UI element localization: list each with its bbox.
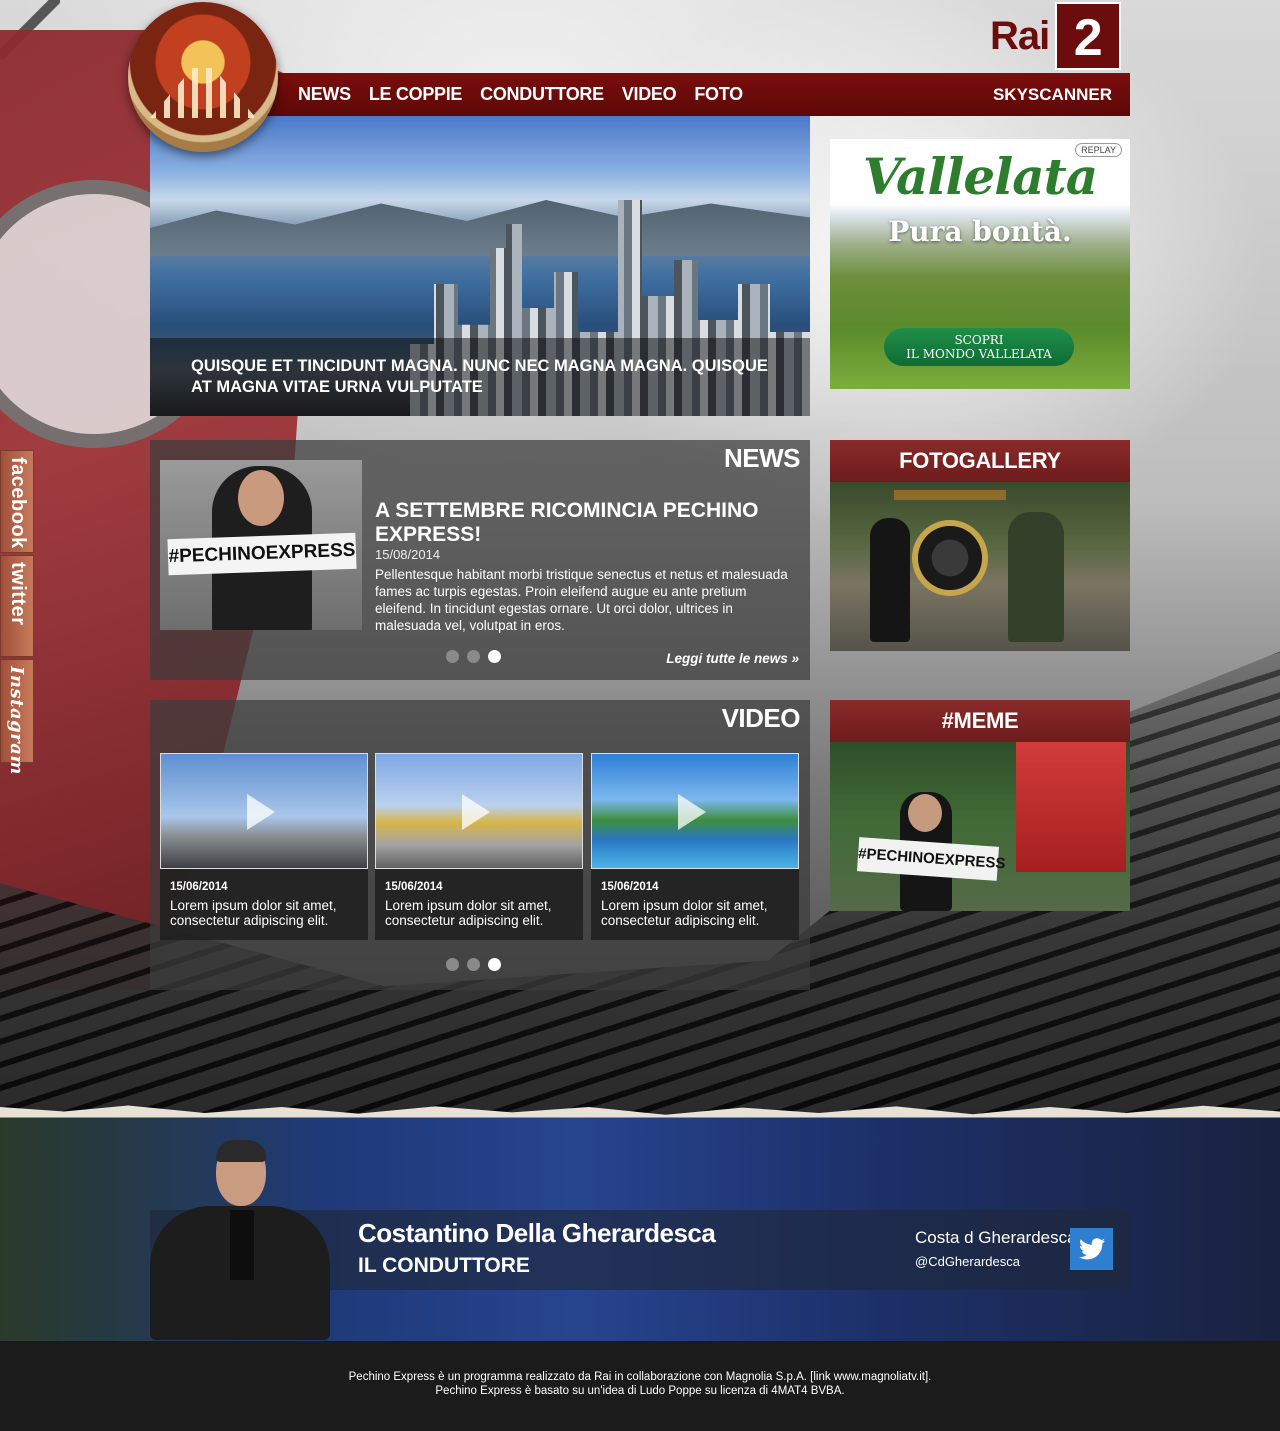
ad-replay-button[interactable]: REPLAY [1075, 143, 1122, 157]
ad-tagline: Pura bontà. [888, 215, 1072, 248]
footer-credits-line-1: Pechino Express è un programma realizzat… [348, 1371, 932, 1383]
video-thumbnail[interactable] [160, 753, 368, 869]
ad-cta-line1: SCOPRI [954, 333, 1004, 347]
main-navbar: NEWS LE COPPIE CONDUTTORE VIDEO FOTO SKY… [150, 73, 1130, 116]
video-panel: VIDEO 15/06/2014 Lorem ipsum dolor sit a… [150, 700, 810, 990]
video-date: 15/06/2014 [385, 881, 443, 893]
host-name[interactable]: Costantino Della Gherardesca [358, 1218, 716, 1249]
news-headline[interactable]: A SETTEMBRE RICOMINCIA PECHINO EXPRESS! [375, 499, 795, 547]
rai-logo-text: Rai [990, 14, 1050, 58]
news-date: 15/08/2014 [375, 547, 441, 562]
instagram-label: Instagram [6, 666, 27, 775]
video-carousel-dot-1[interactable] [446, 958, 459, 971]
nav-item-news[interactable]: NEWS [290, 73, 359, 116]
news-panel-title: NEWS [724, 443, 801, 473]
meme-image-sign: #PECHINOEXPRESS [856, 837, 1006, 881]
twitter-bird-icon [1078, 1238, 1105, 1260]
twitter-label: twitter [7, 562, 29, 626]
news-carousel-dots [446, 650, 501, 663]
fotogallery-title[interactable]: FOTOGALLERY [830, 440, 1130, 482]
meme-title[interactable]: #MEME [830, 700, 1130, 742]
host-role: IL CONDUTTORE [358, 1254, 530, 1277]
play-icon[interactable] [247, 794, 275, 830]
news-body: Pellentesque habitant morbi tristique se… [375, 567, 788, 633]
advertisement-banner[interactable]: Vallelata Pura bontà. REPLAY SCOPRI IL M… [830, 139, 1130, 389]
video-carousel-dot-2[interactable] [467, 958, 480, 971]
meme-image-flag [1016, 742, 1126, 872]
news-carousel-dot-1[interactable] [446, 650, 459, 663]
video-card[interactable]: 15/06/2014 Lorem ipsum dolor sit amet, c… [591, 753, 799, 940]
fotogallery-box[interactable]: FOTOGALLERY [830, 440, 1130, 651]
facebook-tab[interactable]: facebook [0, 450, 34, 553]
twitter-follow-button[interactable] [1070, 1228, 1113, 1270]
play-icon[interactable] [678, 794, 706, 830]
nav-item-foto[interactable]: FOTO [686, 73, 750, 116]
nav-item-conduttore[interactable]: CONDUTTORE [472, 73, 612, 116]
fotogallery-image[interactable] [830, 482, 1130, 651]
play-icon[interactable] [462, 794, 490, 830]
video-thumbnail[interactable] [375, 753, 583, 869]
video-description: Lorem ipsum dolor sit amet, consectetur … [601, 898, 768, 928]
video-carousel-dot-3[interactable] [488, 958, 501, 971]
facebook-label: facebook [7, 457, 29, 549]
news-image-sign: #PECHINOEXPRESS [167, 532, 357, 576]
meme-image[interactable]: #PECHINOEXPRESS [830, 742, 1130, 911]
gallery-person-1 [870, 518, 910, 642]
nav-item-le-coppie[interactable]: LE COPPIE [361, 73, 470, 116]
hero-caption[interactable]: QUISQUE ET TINCIDUNT MAGNA. NUNC NEC MAG… [150, 338, 810, 416]
video-thumbnail[interactable] [591, 753, 799, 869]
nav-menu: NEWS LE COPPIE CONDUTTORE VIDEO FOTO [290, 73, 753, 116]
gong [918, 526, 982, 590]
video-description: Lorem ipsum dolor sit amet, consectetur … [385, 898, 552, 928]
nav-item-skyscanner[interactable]: SKYSCANNER [993, 73, 1112, 116]
read-all-news-link[interactable]: Leggi tutte le news » [666, 651, 799, 666]
news-carousel-dot-3[interactable] [488, 650, 501, 663]
news-panel: NEWS #PECHINOEXPRESS A SETTEMBRE RICOMIN… [150, 440, 810, 680]
nav-item-video[interactable]: VIDEO [614, 73, 685, 116]
news-image-face [238, 470, 284, 526]
host-photo-hair [216, 1140, 266, 1162]
twitter-tab[interactable]: twitter [0, 555, 34, 657]
rai2-logo[interactable]: Rai 2 [990, 2, 1130, 70]
rai-logo-number: 2 [1055, 2, 1122, 70]
video-card[interactable]: 15/06/2014 Lorem ipsum dolor sit amet, c… [375, 753, 583, 940]
ad-cta-button[interactable]: SCOPRI IL MONDO VALLELATA [884, 328, 1074, 366]
host-photo-shirt [230, 1210, 254, 1280]
gong-frame [894, 490, 1006, 500]
host-twitter-handle[interactable]: @CdGherardesca [915, 1254, 1020, 1269]
gallery-person-2 [1008, 512, 1064, 642]
hero-banner[interactable]: QUISQUE ET TINCIDUNT MAGNA. NUNC NEC MAG… [150, 116, 810, 416]
host-twitter-name[interactable]: Costa d Gherardesca [915, 1228, 1077, 1248]
video-date: 15/06/2014 [170, 881, 228, 893]
video-card[interactable]: 15/06/2014 Lorem ipsum dolor sit amet, c… [160, 753, 368, 940]
ad-cta-line2: IL MONDO VALLELATA [906, 347, 1052, 361]
video-description: Lorem ipsum dolor sit amet, consectetur … [170, 898, 337, 928]
hero-image-mountains [150, 200, 810, 256]
video-carousel-dots [446, 958, 501, 971]
video-panel-title: VIDEO [721, 703, 801, 733]
video-date: 15/06/2014 [601, 881, 659, 893]
news-image[interactable]: #PECHINOEXPRESS [160, 460, 362, 630]
news-carousel-dot-2[interactable] [467, 650, 480, 663]
host-photo[interactable] [150, 1140, 330, 1340]
footer-credits-line-2: Pechino Express è basato su un'idea di L… [435, 1385, 845, 1397]
instagram-tab[interactable]: Instagram [0, 659, 34, 775]
meme-image-face [908, 794, 942, 832]
pechino-express-logo[interactable] [128, 2, 278, 152]
meme-box[interactable]: #MEME #PECHINOEXPRESS [830, 700, 1130, 911]
